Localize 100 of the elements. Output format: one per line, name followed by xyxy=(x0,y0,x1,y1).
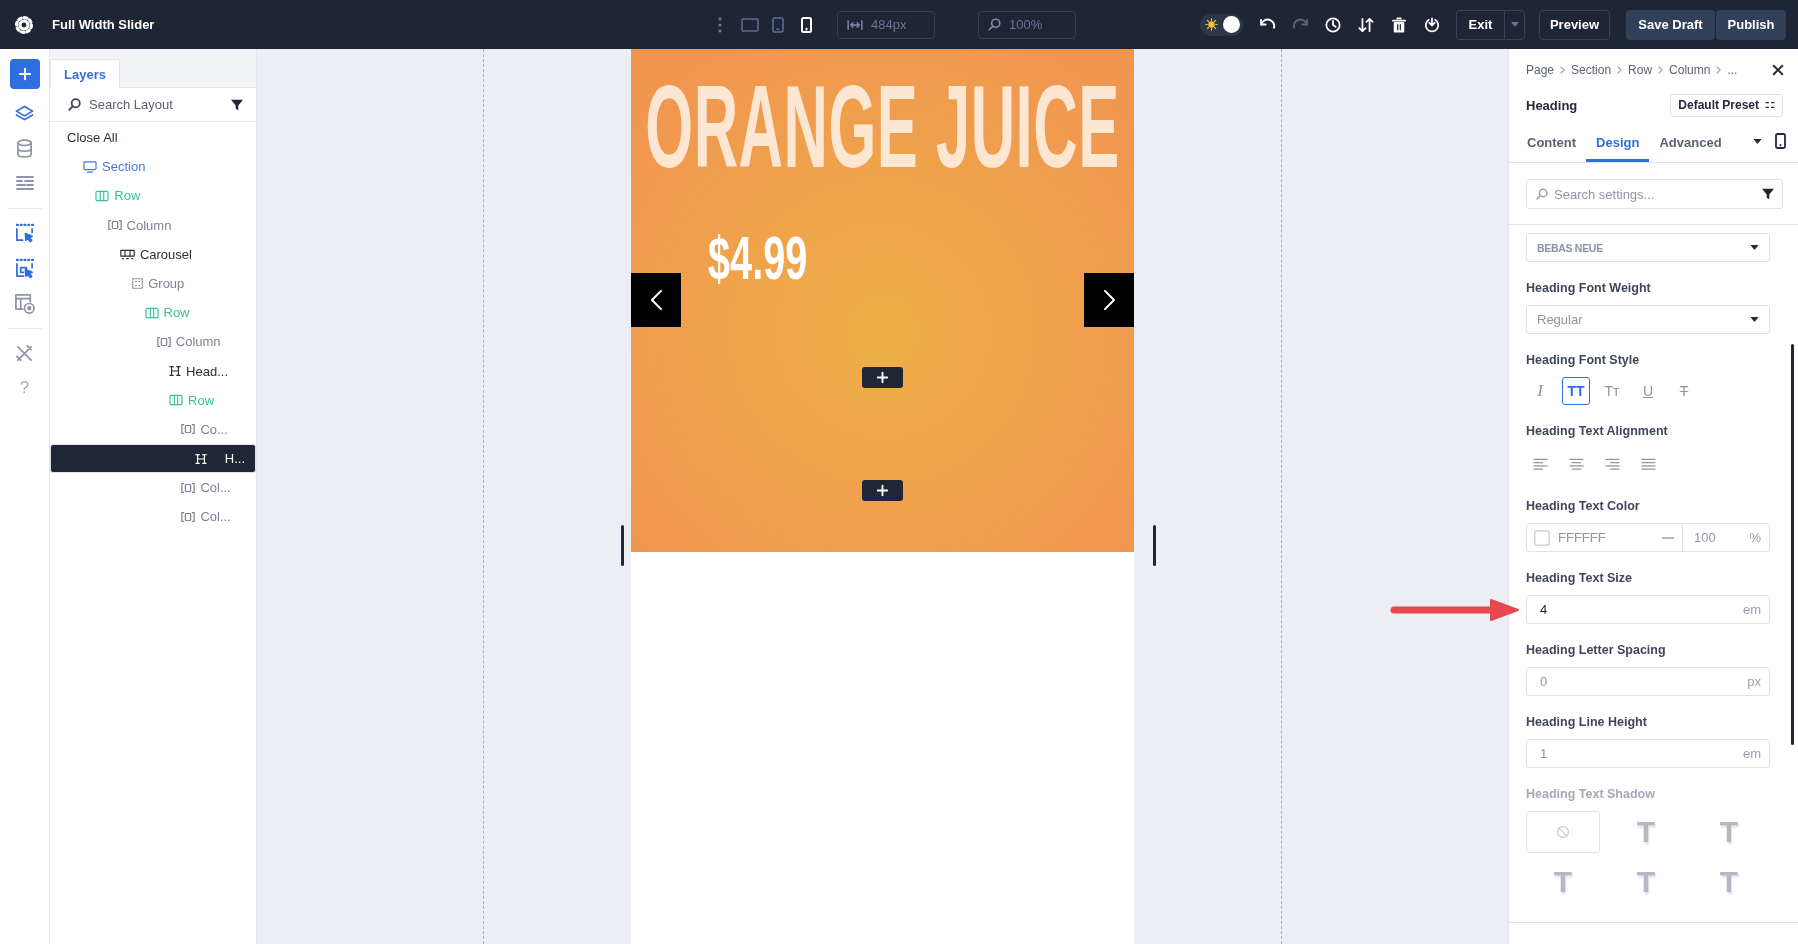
next-slide-button[interactable] xyxy=(1084,273,1134,327)
select-field[interactable]: BEBAS NEUE xyxy=(1526,233,1770,262)
layers-tab[interactable]: Layers xyxy=(50,59,120,88)
add-module-button[interactable] xyxy=(862,367,903,388)
breadcrumb-link[interactable]: Section xyxy=(1571,63,1612,77)
breadcrumb-link[interactable]: Row xyxy=(1628,63,1653,77)
add-button[interactable] xyxy=(9,59,40,89)
width-field[interactable]: 484px xyxy=(837,10,935,39)
help-button[interactable]: ? xyxy=(19,378,30,398)
sort-arrows-icon[interactable] xyxy=(1358,16,1374,33)
setting-label: Heading Text Size xyxy=(1526,571,1634,585)
layer-item[interactable]: Section xyxy=(50,152,256,182)
caret-icon xyxy=(1750,317,1759,322)
layer-item[interactable]: Row xyxy=(50,298,256,328)
dash-icon xyxy=(1662,536,1674,539)
settings-tab[interactable]: Design xyxy=(1586,123,1650,162)
layer-item[interactable]: Col... xyxy=(50,473,256,503)
heading-icon xyxy=(169,365,182,378)
layer-item[interactable]: Group xyxy=(50,268,256,299)
previous-slide-button[interactable] xyxy=(631,273,681,327)
caret-icon[interactable] xyxy=(1753,138,1762,144)
align-justify-icon[interactable] xyxy=(1640,457,1656,471)
setting-label: Heading Letter Spacing xyxy=(1526,643,1667,657)
filter-icon[interactable] xyxy=(231,98,243,111)
zoom-field[interactable]: 100% xyxy=(978,10,1076,39)
phone-icon[interactable] xyxy=(1775,133,1786,149)
layer-item[interactable]: Row xyxy=(50,385,256,415)
layer-item[interactable]: Co... xyxy=(50,414,256,445)
italic-button[interactable]: I xyxy=(1526,377,1554,405)
select-field[interactable]: Regular xyxy=(1526,305,1770,334)
settings-search-field[interactable]: Search settings... xyxy=(1526,179,1783,209)
resize-handle[interactable] xyxy=(621,525,624,566)
clock-icon[interactable] xyxy=(1325,16,1341,33)
layer-item[interactable]: H... xyxy=(50,444,256,474)
color-hex-field[interactable]: FFFFFF xyxy=(1526,523,1683,552)
small-caps-button[interactable]: Tᴛ xyxy=(1598,377,1626,405)
chevron-right-icon xyxy=(1617,66,1623,74)
columns-icon xyxy=(144,306,159,319)
filled-button[interactable]: Save Draft xyxy=(1626,9,1715,40)
resize-handle[interactable] xyxy=(1153,525,1156,566)
settings-icon[interactable] xyxy=(14,14,34,35)
layer-item[interactable]: Row xyxy=(50,181,256,211)
filled-button[interactable]: Publish xyxy=(1716,9,1786,40)
layer-item[interactable]: Carousel xyxy=(50,239,256,269)
chevron-right-icon xyxy=(1716,66,1722,74)
add-module-button[interactable] xyxy=(862,480,903,501)
chevron-right-icon xyxy=(1560,66,1566,74)
desktop-icon[interactable] xyxy=(741,17,759,32)
split-dropdown-button[interactable] xyxy=(1504,9,1525,40)
layers-icon[interactable] xyxy=(15,104,34,122)
opacity-field[interactable]: 100 % xyxy=(1682,523,1770,552)
undo-icon[interactable] xyxy=(1258,18,1276,31)
plus-icon xyxy=(18,68,31,80)
search-field[interactable]: Search Layout xyxy=(68,91,173,118)
breadcrumb-link[interactable]: ... xyxy=(1727,63,1738,77)
strikethrough-button[interactable]: T xyxy=(1670,377,1698,405)
layer-item[interactable]: Column xyxy=(50,327,256,357)
breadcrumb-link[interactable]: Column xyxy=(1669,63,1711,77)
group-icon xyxy=(132,278,144,290)
search-icon xyxy=(68,98,81,111)
scrollbar-thumb[interactable] xyxy=(1791,344,1794,745)
monitor-icon xyxy=(83,160,97,173)
close-all-button[interactable]: Close All xyxy=(67,130,118,146)
uppercase-button[interactable]: TT xyxy=(1562,377,1590,405)
database-icon[interactable] xyxy=(15,138,34,158)
layout-eye-icon[interactable] xyxy=(14,292,35,314)
layer-item[interactable]: Column xyxy=(50,210,256,240)
number-field[interactable]: 0 px xyxy=(1526,667,1770,696)
more-icon[interactable] xyxy=(718,16,722,33)
split-button[interactable]: Exit xyxy=(1456,9,1504,40)
theme-toggle[interactable] xyxy=(1200,13,1243,36)
arrow-circle-icon[interactable] xyxy=(1424,16,1440,33)
search-icon xyxy=(988,18,1001,31)
list-icon[interactable] xyxy=(15,175,34,191)
align-center-icon[interactable] xyxy=(1568,457,1584,471)
layer-item[interactable]: Col... xyxy=(50,502,256,532)
settings-tab[interactable]: Content xyxy=(1517,123,1587,162)
setting-label: Heading Text Shadow xyxy=(1526,787,1656,801)
underline-button[interactable]: U xyxy=(1634,377,1662,405)
settings-tab[interactable]: Advanced xyxy=(1649,123,1732,162)
outline-button[interactable]: Preview xyxy=(1539,9,1610,40)
layer-item[interactable]: Head... xyxy=(50,356,256,386)
number-field[interactable]: 1 em xyxy=(1526,739,1770,768)
column-icon xyxy=(181,510,196,523)
tools-icon[interactable] xyxy=(15,343,34,363)
cursor-select-icon[interactable] xyxy=(15,222,34,244)
chevron-left-icon xyxy=(650,290,662,310)
cursor-box-icon[interactable] xyxy=(15,257,34,279)
preset-button[interactable]: Default Preset xyxy=(1670,93,1783,117)
setting-label: Heading Text Alignment xyxy=(1526,424,1669,438)
color-swatch-icon[interactable] xyxy=(1534,529,1550,546)
close-icon[interactable] xyxy=(1772,64,1784,76)
align-right-icon[interactable] xyxy=(1604,457,1620,471)
carousel-icon xyxy=(119,248,135,260)
trash-icon[interactable] xyxy=(1392,16,1406,33)
filter-icon[interactable] xyxy=(1762,188,1774,200)
breadcrumb-link[interactable]: Page xyxy=(1526,63,1555,77)
align-left-icon[interactable] xyxy=(1532,457,1548,471)
tablet-icon[interactable] xyxy=(772,16,784,33)
column-icon xyxy=(107,219,122,232)
